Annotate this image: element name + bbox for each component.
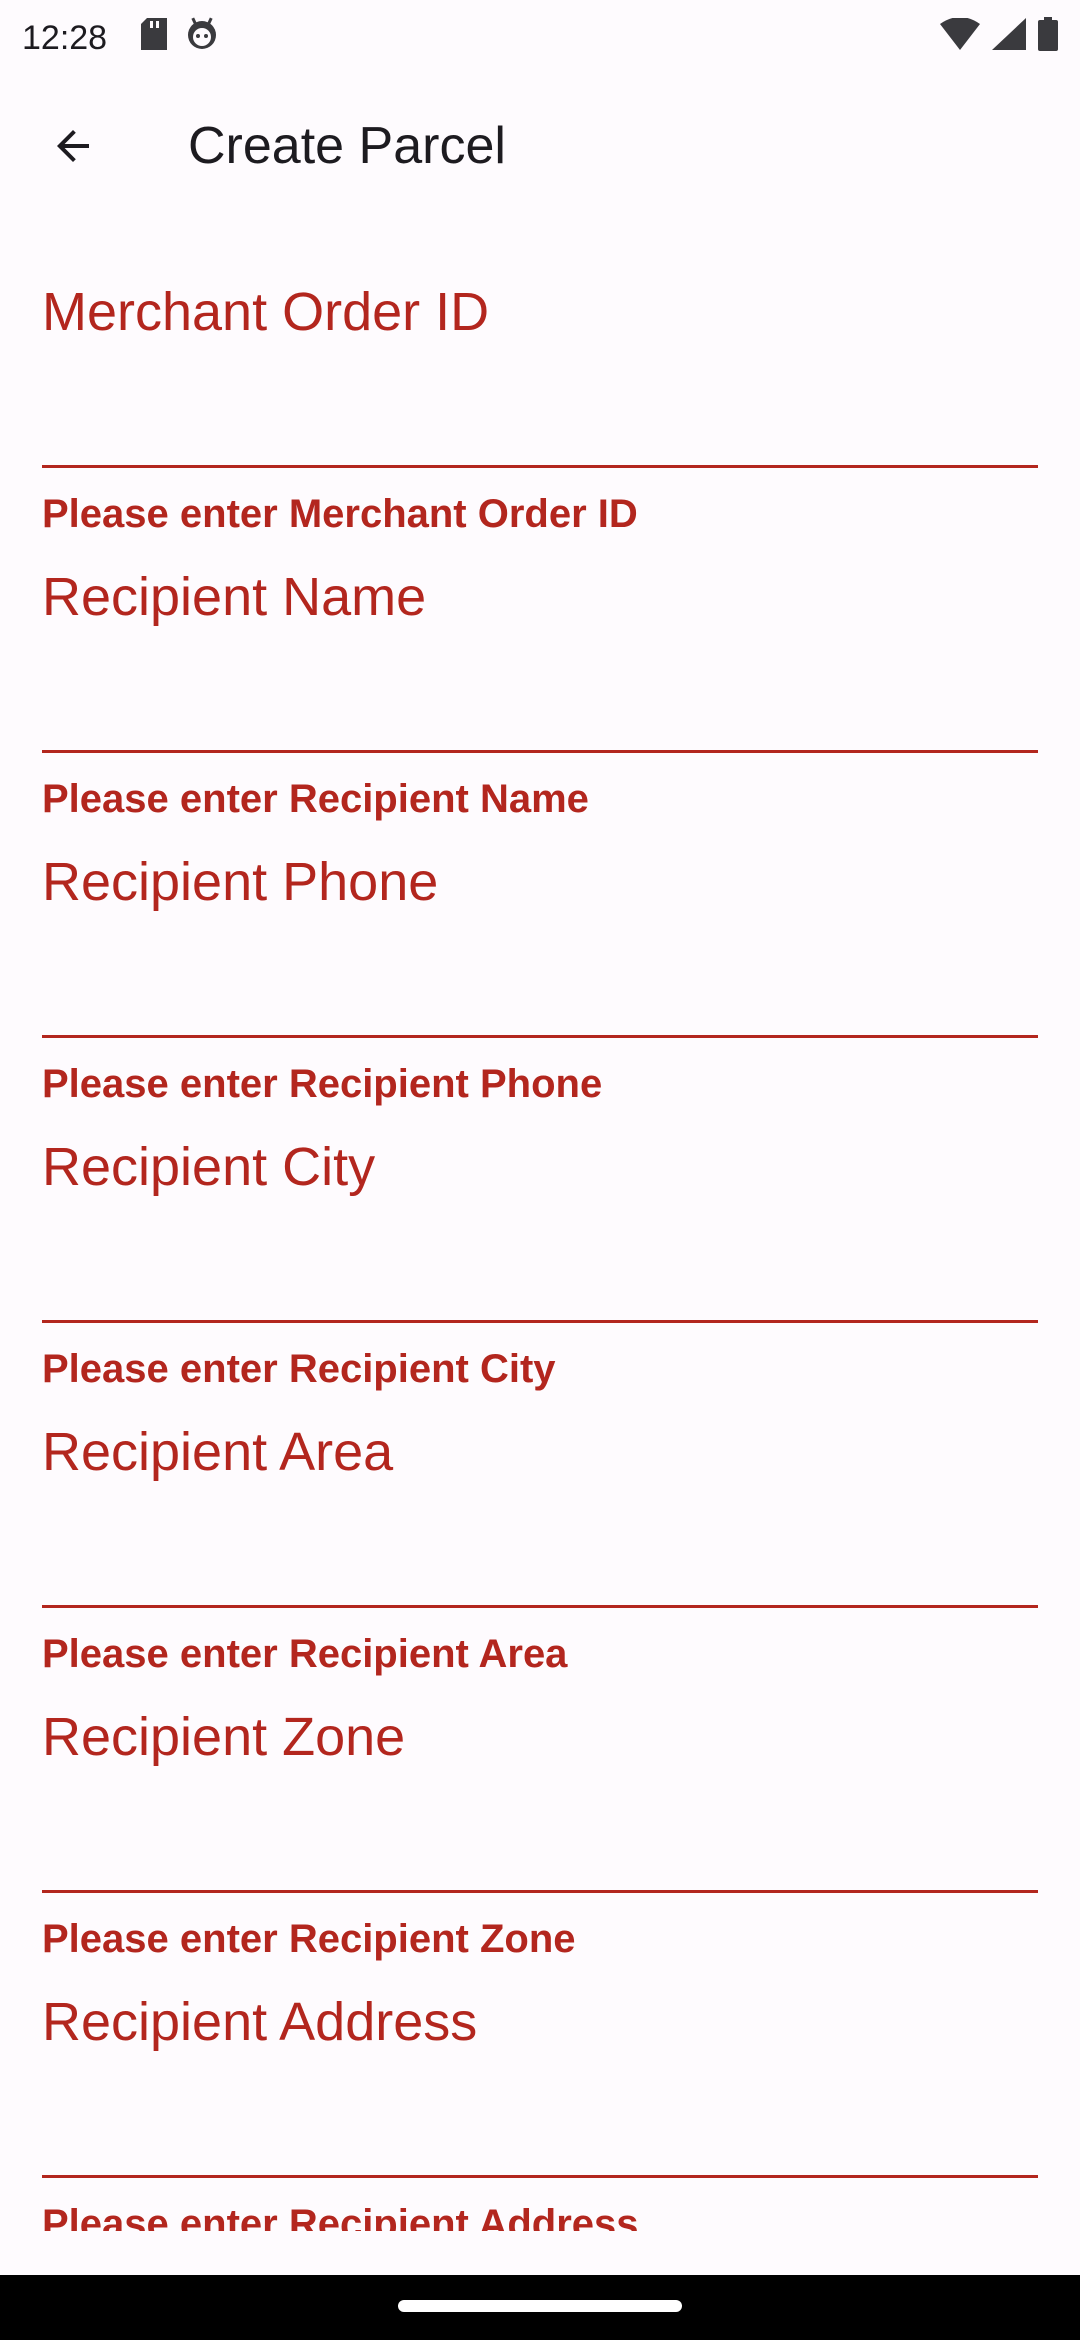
status-time: 12:28	[22, 18, 108, 57]
field-underline	[42, 2175, 1038, 2178]
android-debug-icon	[185, 17, 219, 60]
sd-card-icon	[141, 17, 168, 59]
battery-icon	[1038, 16, 1058, 60]
recipient-name-field: Recipient Name Please enter Recipient Na…	[42, 501, 1038, 821]
field-underline	[42, 750, 1038, 753]
recipient-zone-field: Recipient Zone Please enter Recipient Zo…	[42, 1641, 1038, 1961]
recipient-phone-field: Recipient Phone Please enter Recipient P…	[42, 786, 1038, 1106]
field-label: Recipient Area	[42, 1422, 394, 1482]
wifi-icon	[940, 16, 980, 59]
field-label: Recipient Address	[42, 1992, 478, 2052]
app-bar: Create Parcel	[0, 76, 1080, 216]
status-left-icons	[141, 17, 219, 60]
cell-signal-icon	[992, 17, 1026, 59]
field-label: Recipient Name	[42, 567, 427, 627]
arrow-back-icon	[57, 130, 89, 162]
merchant-order-id-input[interactable]: Merchant Order ID	[42, 280, 1038, 400]
recipient-city-input[interactable]: Recipient City	[42, 1135, 1038, 1255]
recipient-address-input[interactable]: Recipient Address	[42, 1990, 1038, 2110]
field-underline	[42, 1605, 1038, 1608]
recipient-city-field: Recipient City Please enter Recipient Ci…	[42, 1071, 1038, 1391]
back-button[interactable]	[18, 91, 128, 201]
recipient-phone-input[interactable]: Recipient Phone	[42, 850, 1038, 970]
recipient-area-input[interactable]: Recipient Area	[42, 1420, 1038, 1540]
navigation-bar	[0, 2275, 1080, 2340]
field-label: Recipient City	[42, 1137, 376, 1197]
recipient-name-input[interactable]: Recipient Name	[42, 565, 1038, 685]
create-parcel-form: Merchant Order ID Please enter Merchant …	[42, 216, 1038, 2231]
recipient-zone-input[interactable]: Recipient Zone	[42, 1705, 1038, 1825]
field-underline	[42, 465, 1038, 468]
status-bar: 12:28	[0, 0, 1080, 76]
field-underline	[42, 1035, 1038, 1038]
merchant-order-id-field: Merchant Order ID Please enter Merchant …	[42, 216, 1038, 536]
recipient-area-field: Recipient Area Please enter Recipient Ar…	[42, 1356, 1038, 1676]
field-label: Merchant Order ID	[42, 282, 490, 342]
field-label: Recipient Zone	[42, 1707, 406, 1767]
field-error: Please enter Recipient Address	[42, 2202, 639, 2231]
status-right-icons	[940, 16, 1058, 60]
recipient-address-field: Recipient Address Please enter Recipient…	[42, 1926, 1038, 2231]
home-gesture-handle[interactable]	[398, 2300, 682, 2312]
field-label: Recipient Phone	[42, 852, 439, 912]
page-title: Create Parcel	[188, 117, 506, 175]
field-underline	[42, 1890, 1038, 1893]
field-underline	[42, 1320, 1038, 1323]
